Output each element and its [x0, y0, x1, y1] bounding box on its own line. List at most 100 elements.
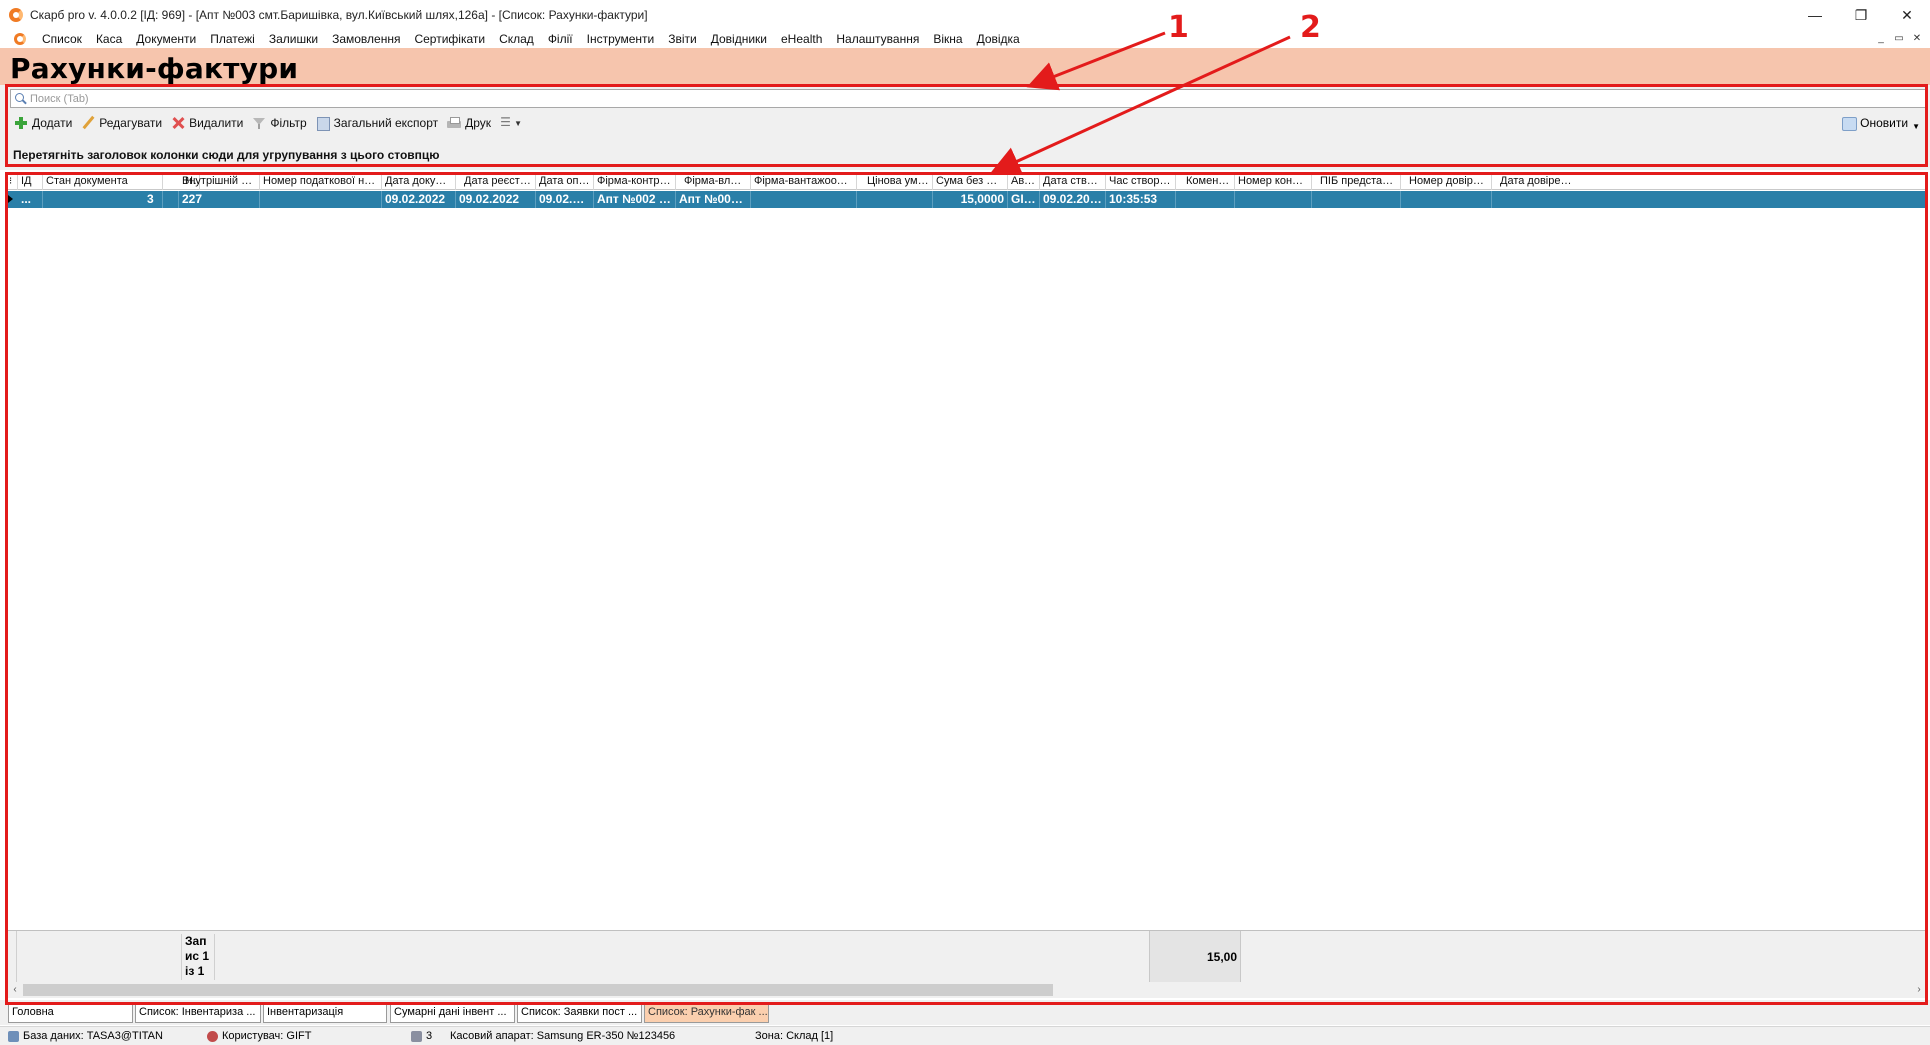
- cell-proxy-number[interactable]: [1401, 191, 1492, 208]
- window-tabs: Головна Список: Інвентариза ... Інвентар…: [0, 1000, 1930, 1025]
- cell-number-value[interactable]: 3: [144, 191, 179, 208]
- cell-proxy-date[interactable]: [1492, 191, 1577, 208]
- cell-counterparty[interactable]: Апт №002 г....: [594, 191, 676, 208]
- title-bar: Скарб pro v. 4.0.0.2 [ІД: 969] - [Апт №0…: [0, 0, 1930, 30]
- columns-menu-button[interactable]: ▼: [500, 115, 522, 130]
- cell-price-condition[interactable]: [857, 191, 933, 208]
- cell-contract-number[interactable]: [1235, 191, 1312, 208]
- menu-item-stock[interactable]: Залишки: [262, 32, 325, 46]
- status-database-text: База даних: TASA3@TITAN: [23, 1030, 163, 1042]
- cell-id[interactable]: ...: [18, 191, 43, 208]
- menu-item-certificates[interactable]: Сертифікати: [407, 32, 492, 46]
- minimize-button[interactable]: —: [1792, 0, 1838, 30]
- tab-supplier-requests[interactable]: Список: Заявки пост ...: [517, 1002, 642, 1023]
- cell-pay-date[interactable]: 09.02.20...: [536, 191, 594, 208]
- tab-inventory-list[interactable]: Список: Інвентариза ...: [135, 1002, 261, 1023]
- menu-item-cash[interactable]: Каса: [89, 32, 129, 46]
- filter-button[interactable]: Фільтр: [252, 116, 307, 130]
- column-header-internal-number[interactable]: Внутрішній номер: [179, 174, 260, 190]
- column-header-pay-date[interactable]: Дата оплати: [536, 174, 594, 190]
- tab-inventory-summary[interactable]: Сумарні дані інвент ...: [390, 1002, 515, 1023]
- export-button[interactable]: Загальний експорт: [316, 116, 438, 131]
- column-header-consignee[interactable]: Фірма-вантажоодерж...: [751, 174, 857, 190]
- menu-item-payments[interactable]: Платежі: [203, 32, 262, 46]
- refresh-button[interactable]: Оновити ▼: [1842, 112, 1920, 134]
- status-cash-register-text: Касовий апарат: Samsung ER-350 №123456: [450, 1030, 676, 1042]
- menu-item-orders[interactable]: Замовлення: [325, 32, 407, 46]
- toolbar: Додати Редагувати Видалити Фільтр Загаль…: [14, 112, 531, 134]
- cell-owner[interactable]: Апт №003 ...: [676, 191, 751, 208]
- column-header-contract-number[interactable]: Номер контракту: [1235, 174, 1312, 190]
- printer-icon: [447, 116, 462, 130]
- restore-button[interactable]: ❐: [1838, 0, 1884, 30]
- cell-consignee[interactable]: [751, 191, 857, 208]
- add-button[interactable]: Додати: [14, 116, 72, 130]
- status-database: База даних: TASA3@TITAN: [8, 1029, 163, 1044]
- column-header-proxy-date[interactable]: Дата довіреності: [1492, 174, 1577, 190]
- mdi-restore-button[interactable]: ▭: [1892, 32, 1906, 46]
- tab-inventory[interactable]: Інвентаризація: [263, 1002, 387, 1023]
- close-button[interactable]: ✕: [1884, 0, 1930, 30]
- column-header-sum-no-vat[interactable]: Сума без ПДВ):: [933, 174, 1008, 190]
- search-box[interactable]: [10, 89, 1926, 108]
- column-header-proxy-number[interactable]: Номер довіреності: [1401, 174, 1492, 190]
- plus-icon: [14, 116, 28, 130]
- column-header-state[interactable]: Стан документа: [43, 174, 163, 190]
- menu-item-warehouse[interactable]: Склад: [492, 32, 541, 46]
- column-header-comment[interactable]: Коментар: [1176, 174, 1235, 190]
- cell-doc-date[interactable]: 09.02.2022: [382, 191, 456, 208]
- edit-button[interactable]: Редагувати: [81, 116, 162, 130]
- menu-item-reports[interactable]: Звіти: [661, 32, 704, 46]
- toolbar-panel: Додати Редагувати Видалити Фільтр Загаль…: [0, 85, 1930, 170]
- tab-invoices[interactable]: Список: Рахунки-фак ...: [644, 1002, 769, 1023]
- menu-item-settings[interactable]: Налаштування: [829, 32, 926, 46]
- tab-home[interactable]: Головна: [8, 1002, 133, 1023]
- column-header-tax-invoice[interactable]: Номер податкової накладної: [260, 174, 382, 190]
- horizontal-scrollbar[interactable]: ‹ ›: [7, 982, 1927, 998]
- mdi-close-button[interactable]: ✕: [1910, 32, 1924, 46]
- column-header-counterparty[interactable]: Фірма-контрагент: [594, 174, 676, 190]
- column-header-owner[interactable]: Фірма-власник: [676, 174, 751, 190]
- table-row[interactable]: ... 3 227 09.02.2022 09.02.2022 09.02.20…: [7, 191, 1927, 208]
- menu-item-ehealth[interactable]: eHealth: [774, 32, 829, 46]
- print-button[interactable]: Друк: [447, 116, 491, 130]
- sum-total: 15,00: [1206, 950, 1237, 964]
- menu-item-windows[interactable]: Вікна: [926, 32, 969, 46]
- annotation-label-2: 2: [1300, 10, 1321, 45]
- column-header-id[interactable]: ІД: [18, 174, 43, 190]
- scroll-left-icon[interactable]: ‹: [7, 982, 23, 998]
- menu-item-list[interactable]: Список: [35, 32, 89, 46]
- cell-created-date[interactable]: 09.02.2022: [1040, 191, 1106, 208]
- cell-tax-invoice[interactable]: [260, 191, 382, 208]
- menu-item-tools[interactable]: Інструменти: [580, 32, 662, 46]
- menu-item-directories[interactable]: Довідники: [704, 32, 774, 46]
- column-settings-icon[interactable]: ⁝: [7, 174, 18, 190]
- cell-reg-date[interactable]: 09.02.2022: [456, 191, 536, 208]
- column-header-doc-date[interactable]: Дата документу: [382, 174, 456, 190]
- column-header-created-date[interactable]: Дата створе...: [1040, 174, 1106, 190]
- mdi-minimize-button[interactable]: _: [1874, 32, 1888, 46]
- export-icon: [316, 116, 330, 131]
- cell-representative[interactable]: [1312, 191, 1401, 208]
- cell-internal-number[interactable]: 227: [179, 191, 260, 208]
- column-header-created-time[interactable]: Час створення: [1106, 174, 1176, 190]
- cell-created-time[interactable]: 10:35:53: [1106, 191, 1176, 208]
- scrollbar-thumb[interactable]: [23, 984, 1053, 996]
- search-input[interactable]: [30, 92, 1910, 105]
- menu-item-documents[interactable]: Документи: [129, 32, 203, 46]
- scroll-right-icon[interactable]: ›: [1911, 982, 1927, 998]
- cell-comment[interactable]: [1176, 191, 1235, 208]
- column-header-reg-date[interactable]: Дата реєстрації: [456, 174, 536, 190]
- group-by-panel[interactable]: Перетягніть заголовок колонки сюди для у…: [13, 148, 440, 162]
- column-header-author[interactable]: Автор: [1008, 174, 1040, 190]
- column-header-representative[interactable]: ПІБ представника: [1312, 174, 1401, 190]
- delete-button[interactable]: Видалити: [171, 116, 243, 130]
- delete-icon: [171, 116, 185, 130]
- menu-item-help[interactable]: Довідка: [970, 32, 1027, 46]
- column-header-price-condition[interactable]: Цінова умова: [857, 174, 933, 190]
- cell-author[interactable]: GIFT: [1008, 191, 1040, 208]
- cell-sum-no-vat[interactable]: 15,0000: [933, 191, 1008, 208]
- refresh-dropdown-icon[interactable]: ▼: [1912, 122, 1920, 131]
- app-menu-icon[interactable]: [13, 32, 27, 46]
- menu-item-branches[interactable]: Філії: [541, 32, 580, 46]
